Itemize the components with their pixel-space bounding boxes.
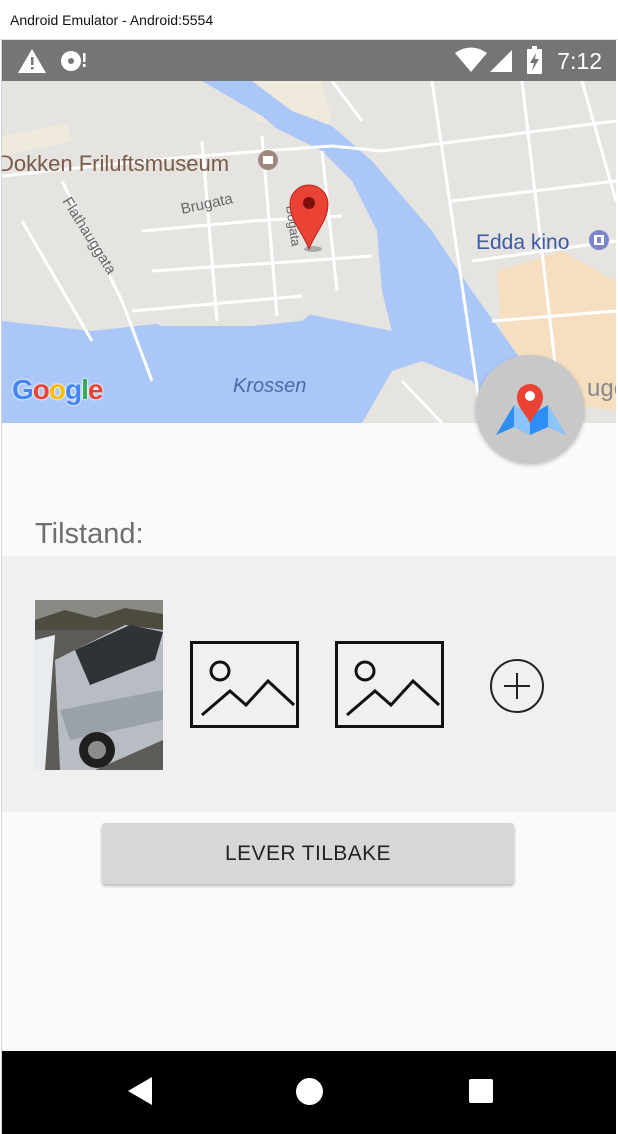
wifi-icon [455, 47, 487, 72]
battery-charging-icon [527, 46, 542, 74]
map-label-water: Krossen [233, 375, 306, 397]
back-icon[interactable] [128, 1077, 152, 1105]
status-bar: 7:12 [2, 40, 616, 81]
home-icon[interactable] [296, 1078, 323, 1105]
cellular-signal-icon [490, 50, 512, 72]
recent-apps-icon[interactable] [469, 1079, 493, 1103]
map-label-cinema: Edda kino [476, 231, 569, 254]
car-photo-image [35, 600, 163, 770]
status-time: 7:12 [557, 48, 602, 74]
status-icons [18, 46, 542, 74]
map-label-museum: Dokken Friluftsmuseum [2, 151, 229, 176]
map-label-flathauggata: Flathauggata [59, 194, 120, 278]
map-label-edge: uge [587, 375, 616, 402]
window-title: Android Emulator - Android:5554 [10, 12, 214, 28]
google-logo: Google [12, 374, 103, 405]
open-map-button[interactable] [476, 355, 584, 463]
warning-icon [18, 49, 46, 73]
condition-label: Tilstand: [35, 518, 144, 550]
emulator-title-bar: Android Emulator - Android:5554 [0, 0, 618, 40]
image-placeholder-icon[interactable] [335, 641, 445, 729]
car-photo[interactable] [35, 600, 163, 770]
cinema-icon [589, 230, 609, 250]
return-button[interactable]: LEVER TILBAKE [102, 823, 514, 884]
sync-alert-icon [61, 51, 86, 71]
map-label-brugata: Brugata [179, 190, 235, 218]
museum-icon [258, 150, 278, 170]
map-pin-icon [496, 384, 566, 435]
add-photo-button[interactable] [490, 659, 544, 713]
image-placeholder-icon[interactable] [190, 641, 300, 729]
android-nav-bar [2, 1051, 616, 1134]
